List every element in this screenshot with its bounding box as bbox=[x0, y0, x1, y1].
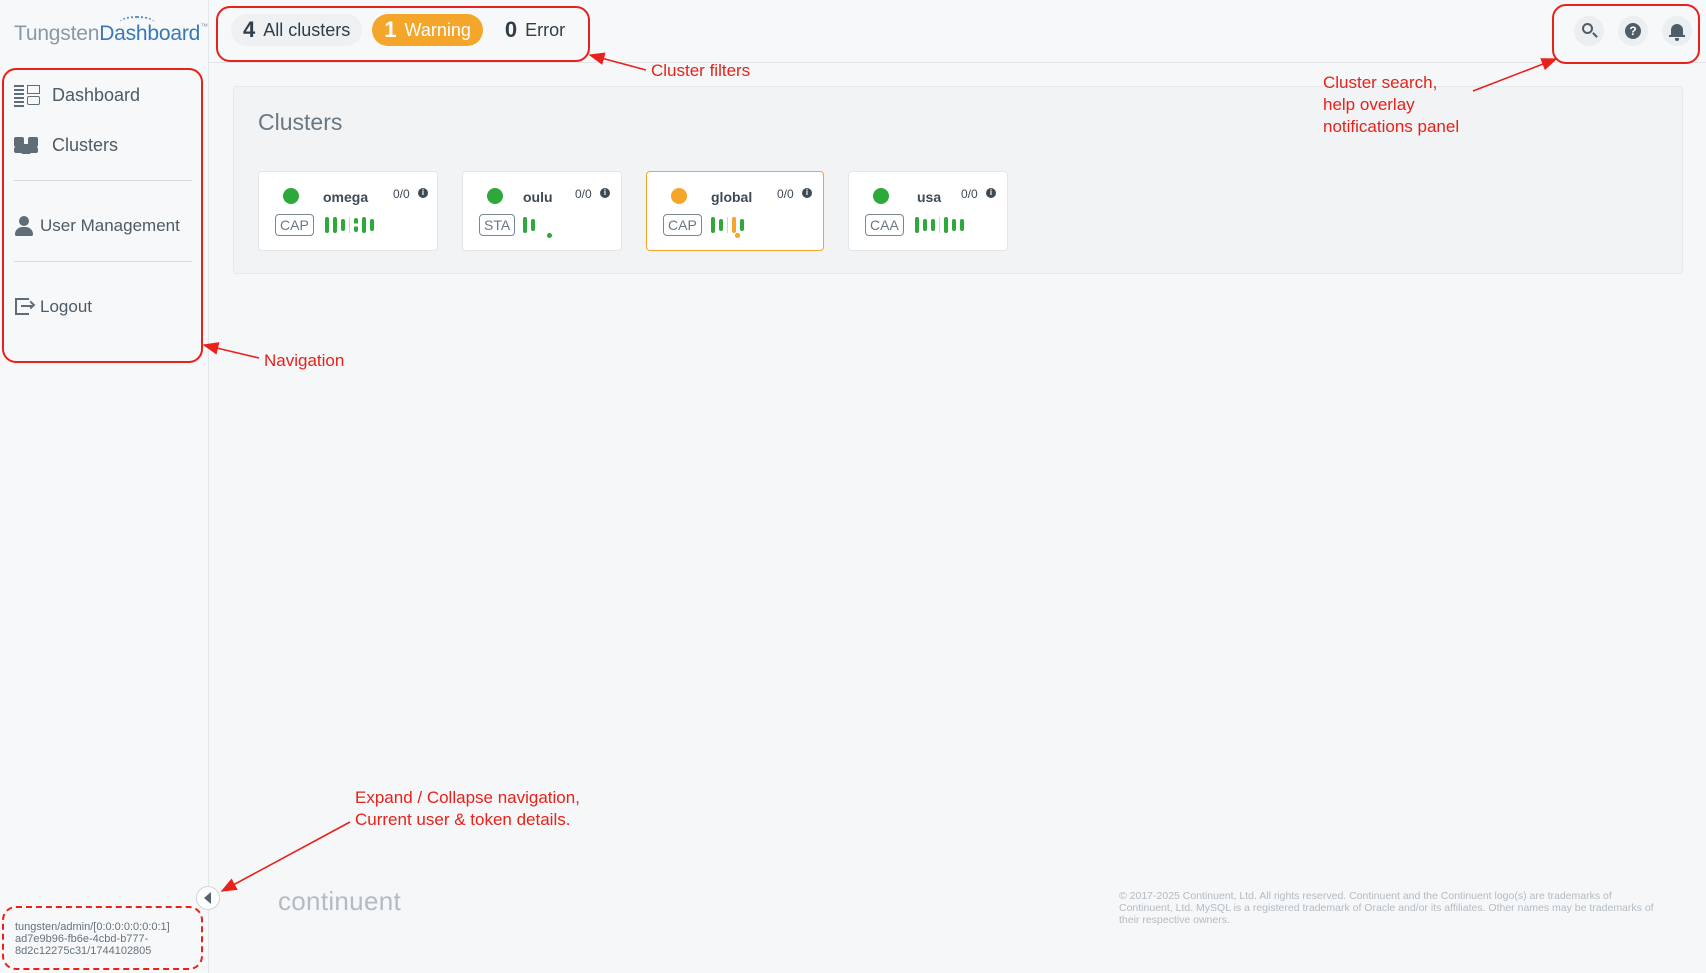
logo-arc-icon bbox=[119, 16, 155, 30]
node-status-bars bbox=[523, 217, 552, 238]
info-icon[interactable]: i bbox=[986, 188, 996, 198]
cluster-card-usa[interactable]: usa 0/0 i CAA bbox=[848, 171, 1008, 251]
info-icon[interactable]: i bbox=[418, 188, 428, 198]
annotation-line: help overlay bbox=[1323, 95, 1415, 114]
nav-divider bbox=[14, 180, 192, 181]
cluster-type-badge: CAP bbox=[275, 214, 314, 236]
filter-label: Warning bbox=[404, 19, 471, 40]
filter-count: 1 bbox=[384, 17, 397, 42]
filter-error[interactable]: 0 Error bbox=[493, 14, 577, 46]
clusters-icon bbox=[14, 133, 42, 157]
nav-item-user-management[interactable]: User Management bbox=[14, 211, 192, 241]
user-info-line: ad7e9b96-fb6e-4cbd-b777- bbox=[15, 933, 149, 945]
logout-icon bbox=[14, 295, 36, 319]
filter-count: 4 bbox=[243, 17, 256, 42]
info-icon[interactable]: i bbox=[600, 188, 610, 198]
chevron-left-icon bbox=[203, 892, 211, 904]
node-status-bars bbox=[711, 217, 748, 238]
user-info-line: 8d2c12275c31/1744102805 bbox=[15, 945, 152, 957]
sidebar: TungstenDashboard™ Dashboard Clusters Us… bbox=[0, 0, 209, 973]
help-icon[interactable]: ? bbox=[1618, 16, 1648, 46]
annotation-collapse: Expand / Collapse navigation, Current us… bbox=[355, 787, 580, 831]
status-dot bbox=[671, 188, 687, 204]
annotation-line: Cluster search, bbox=[1323, 73, 1438, 92]
status-dot bbox=[487, 188, 503, 204]
status-dot bbox=[283, 188, 299, 204]
nav-label-user-management: User Management bbox=[40, 216, 180, 235]
copyright-text: © 2017-2025 Continuent, Ltd. All rights … bbox=[1119, 890, 1654, 926]
bell-icon[interactable] bbox=[1662, 16, 1692, 46]
cluster-cards: omega 0/0 i CAP oulu 0/0 i STA global 0/… bbox=[258, 171, 1032, 251]
nav-label-logout: Logout bbox=[40, 297, 92, 316]
filter-all-clusters[interactable]: 4 All clusters bbox=[231, 14, 363, 46]
nav-item-dashboard[interactable]: Dashboard bbox=[14, 80, 192, 110]
filter-count: 0 bbox=[504, 17, 518, 42]
annotation-filters: Cluster filters bbox=[651, 61, 751, 80]
nav-item-clusters[interactable]: Clusters bbox=[14, 130, 192, 160]
annotation-navigation: Navigation bbox=[264, 351, 345, 370]
cluster-ratio: 0/0 bbox=[575, 187, 592, 201]
cluster-type-badge: CAP bbox=[663, 214, 702, 236]
search-icon[interactable] bbox=[1574, 16, 1604, 46]
navigation: Dashboard Clusters User Management Logou… bbox=[14, 80, 192, 342]
annotation-line: Expand / Collapse navigation, bbox=[355, 788, 580, 807]
annotation-line: notifications panel bbox=[1323, 117, 1460, 136]
top-bar: 4 All clusters 1 Warning 0 Error ? bbox=[209, 0, 1706, 63]
cluster-ratio: 0/0 bbox=[961, 187, 978, 201]
nav-label-dashboard: Dashboard bbox=[52, 84, 141, 105]
filter-label: All clusters bbox=[263, 19, 351, 40]
filter-warning[interactable]: 1 Warning bbox=[372, 14, 483, 46]
cluster-name: omega bbox=[323, 189, 369, 205]
cluster-type-badge: CAA bbox=[865, 214, 904, 236]
arrow-to-collapse bbox=[220, 821, 351, 892]
dashboard-icon bbox=[14, 83, 42, 107]
node-status-bars bbox=[915, 217, 968, 233]
filter-label: Error bbox=[525, 19, 566, 40]
cluster-ratio: 0/0 bbox=[393, 187, 410, 201]
logo-trademark: ™ bbox=[200, 22, 208, 31]
cluster-type-badge: STA bbox=[479, 214, 516, 236]
node-status-bars bbox=[325, 217, 378, 233]
cluster-filters: 4 All clusters 1 Warning 0 Error bbox=[231, 14, 577, 46]
continuent-logo: continuent bbox=[278, 886, 401, 916]
cluster-card-omega[interactable]: omega 0/0 i CAP bbox=[258, 171, 438, 251]
nav-label-clusters: Clusters bbox=[52, 134, 119, 155]
annotation-line: Current user & token details. bbox=[355, 810, 571, 829]
top-icons: ? bbox=[1574, 16, 1692, 46]
cluster-ratio: 0/0 bbox=[777, 187, 794, 201]
cluster-name: usa bbox=[917, 189, 942, 205]
nav-item-logout[interactable]: Logout bbox=[14, 292, 192, 322]
user-info-line: tungsten/admin/[0:0:0:0:0:0:0:1] bbox=[15, 921, 170, 933]
cluster-name: global bbox=[711, 189, 753, 205]
status-dot bbox=[873, 188, 889, 204]
cluster-card-oulu[interactable]: oulu 0/0 i STA bbox=[462, 171, 622, 251]
nav-divider bbox=[14, 261, 192, 262]
tungsten-dashboard-logo[interactable]: TungstenDashboard™ bbox=[14, 16, 208, 46]
info-icon[interactable]: i bbox=[802, 188, 812, 198]
user-icon bbox=[14, 214, 34, 238]
collapse-navigation-button[interactable] bbox=[196, 886, 220, 910]
clusters-panel: Clusters omega 0/0 i CAP oulu 0/0 i STA … bbox=[233, 86, 1683, 274]
arrow-to-navigation bbox=[202, 342, 260, 359]
cluster-name: oulu bbox=[523, 189, 553, 205]
logo-text-tungsten: Tungsten bbox=[14, 22, 100, 45]
annotation-search-help: Cluster search, help overlay notificatio… bbox=[1323, 72, 1459, 138]
cluster-card-global[interactable]: global 0/0 i CAP bbox=[646, 171, 824, 251]
panel-title: Clusters bbox=[258, 109, 343, 135]
current-user-token-details: tungsten/admin/[0:0:0:0:0:0:0:1] ad7e9b9… bbox=[15, 921, 195, 957]
